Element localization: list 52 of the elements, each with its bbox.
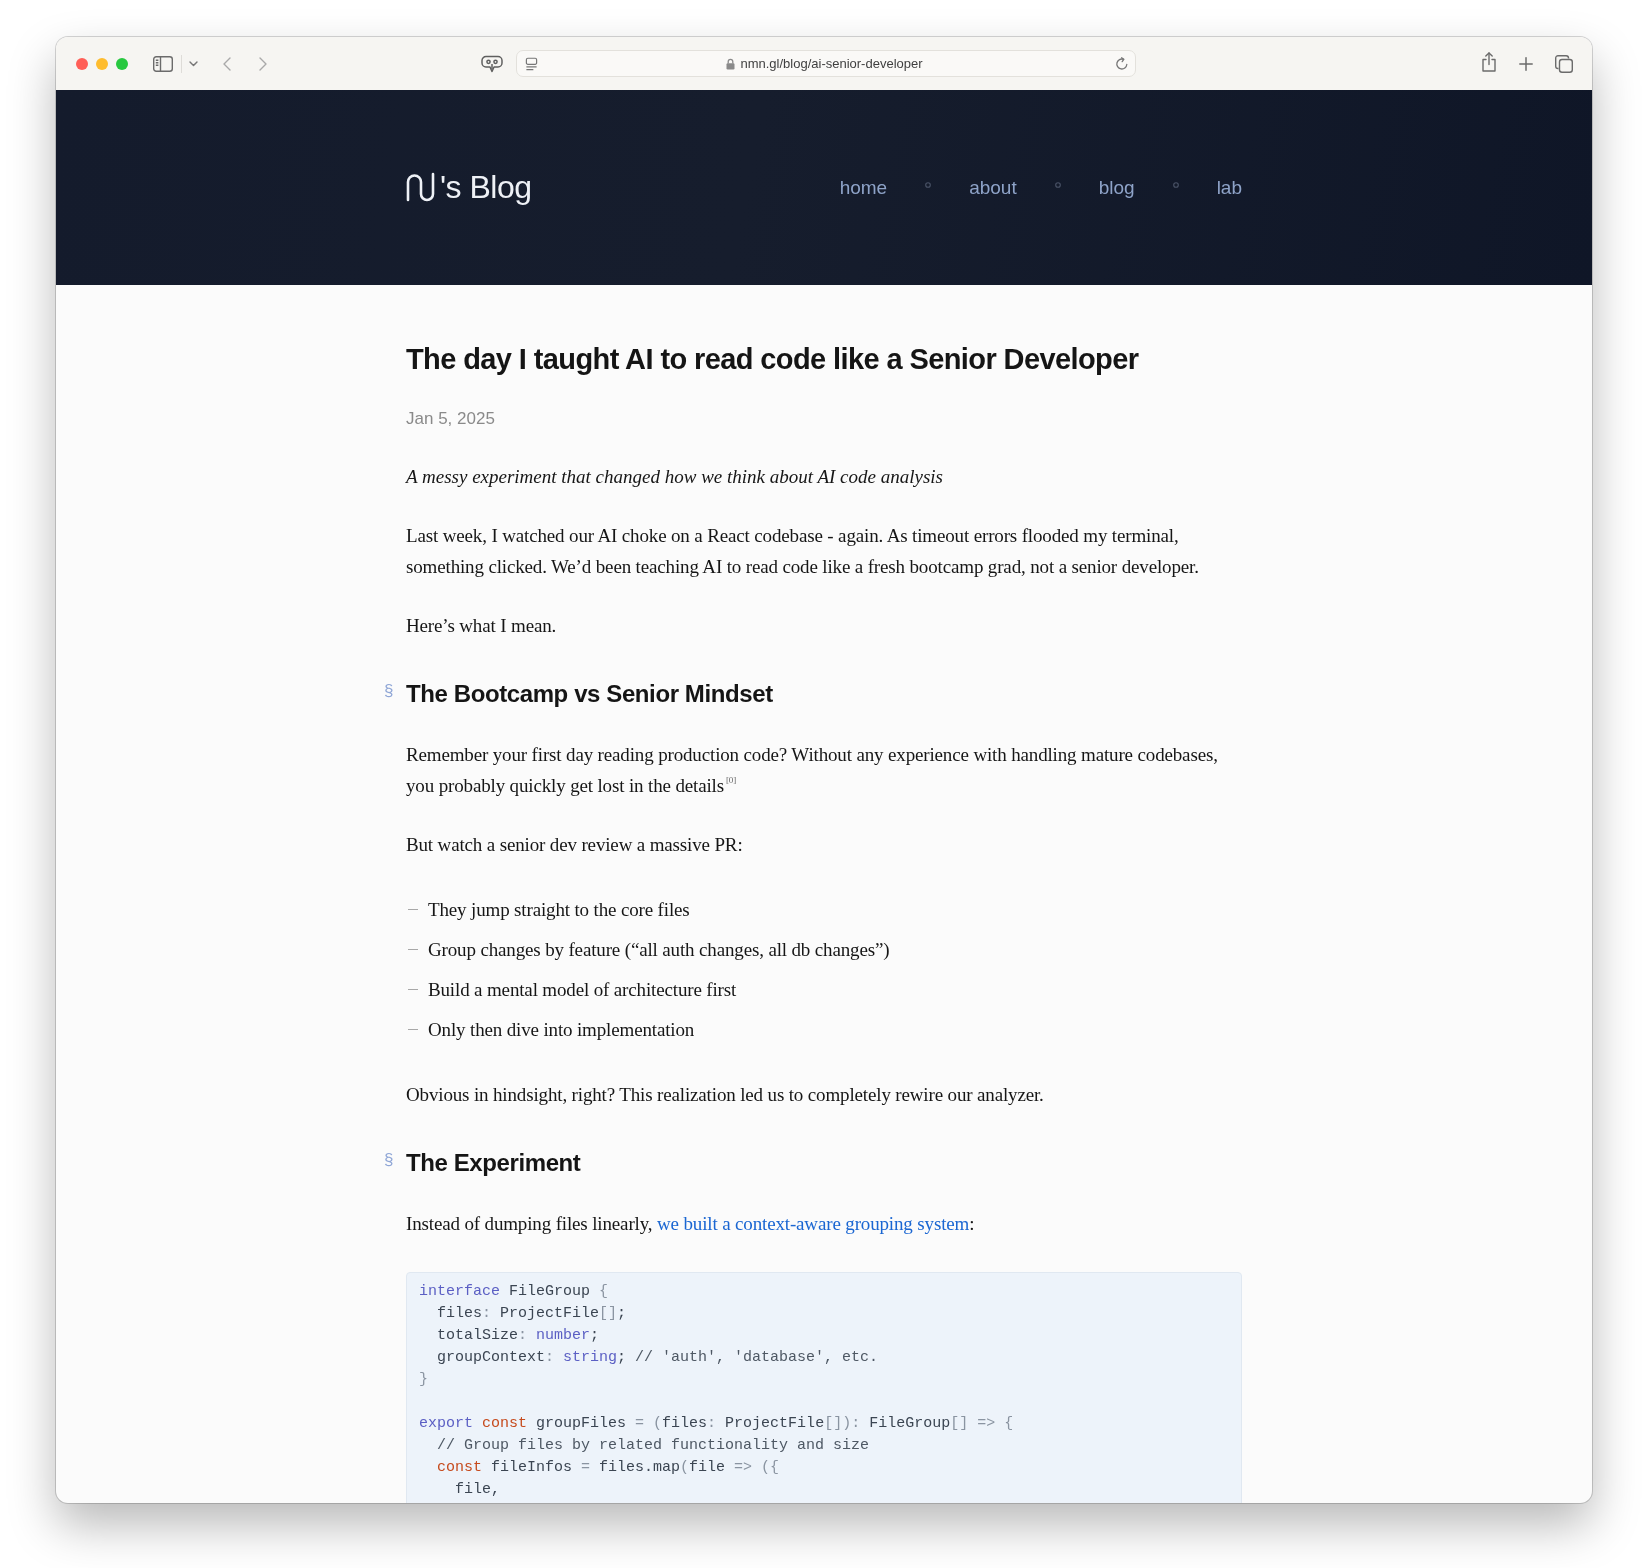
paragraph: Remember your first day reading production code? Without any experience with handling mature codebases, you probably quickly get lost in the details$^{[0]}$ (406, 743, 1219, 798)
reload-icon[interactable] (1115, 56, 1129, 71)
article-date: Jan 5, 2025 (406, 408, 496, 430)
code-line: files: ProjectFile[]; (436, 1304, 628, 1324)
inline-link[interactable]: we built a context-aware grouping system (657, 1213, 970, 1234)
back-icon[interactable] (223, 56, 231, 71)
logo-icon[interactable] (406, 171, 436, 204)
code-line: const fileInfos = files.map(file => ({ (436, 1458, 781, 1478)
article-title: The day I taught AI to read code like a Senior Developer (406, 342, 1140, 377)
url-text: nmn.gl/blog/ai-senior-developer (740, 56, 923, 71)
code-line: } (419, 1370, 429, 1390)
dash-icon (408, 909, 418, 910)
code-line: file, (454, 1480, 501, 1500)
nav-link[interactable]: blog (1098, 176, 1135, 199)
list-item: Group changes by feature (“all auth changes, all db changes”) (428, 938, 890, 962)
section-heading: The Bootcamp vs Senior Mindset (406, 679, 773, 709)
list-item: They jump straight to the core files (428, 898, 690, 922)
dot-icon (1054, 181, 1061, 188)
tabs-overview-icon[interactable] (1555, 54, 1573, 73)
list-item: Only then dive into implementation (428, 1018, 695, 1042)
nav-link[interactable]: about (969, 176, 1017, 199)
page-menu-icon[interactable] (525, 56, 538, 71)
paragraph: Here’s what I mean. (406, 614, 558, 638)
lock-icon (726, 57, 736, 70)
speech-bubble-icon[interactable] (481, 54, 503, 73)
dot-icon (925, 181, 932, 188)
logo-text[interactable]: 's Blog (440, 169, 532, 206)
paragraph: But watch a senior dev review a massive PR: (406, 833, 744, 857)
code-line: export const groupFiles = (files: ProjectFile[]): FileGroup[] => { (419, 1414, 1015, 1434)
dash-icon (408, 949, 418, 950)
lead-paragraph: A messy experiment that changed how we think about AI code analysis (406, 465, 944, 489)
code-line: interface FileGroup { (419, 1282, 610, 1302)
code-line: // Group files by related functionality and size (436, 1436, 871, 1456)
paragraph: Obvious in hindsight, right? This realization led us to completely rewire our analyzer. (406, 1083, 1045, 1107)
share-icon[interactable] (1481, 52, 1497, 72)
list-item: Build a mental model of architecture first (428, 978, 737, 1002)
code-line: totalSize: number; (436, 1326, 601, 1346)
nav-link[interactable]: home (839, 176, 888, 199)
dash-icon (408, 1029, 418, 1030)
dot-icon (1172, 181, 1179, 188)
paragraph: Instead of dumping files linearly, we built a context-aware grouping system: (406, 1212, 976, 1236)
sidebar-icon[interactable] (153, 55, 173, 72)
forward-icon[interactable] (259, 56, 267, 71)
paragraph: Last week, I watched our AI choke on a React codebase - again. As timeout errors flooded my terminal, something clicked. We’d been teaching AI to read code like a fresh bootcamp grad, not a senior developer. (406, 524, 1200, 579)
code-line: groupContext: string; // 'auth', 'database', etc. (436, 1348, 880, 1368)
dash-icon (408, 989, 418, 990)
section-heading: The Experiment (406, 1148, 581, 1178)
address-bar[interactable]: nmn.gl/blog/ai-senior-developer (516, 50, 1136, 77)
plus-icon[interactable] (1519, 56, 1533, 71)
window-close-icon[interactable] (76, 57, 88, 70)
nav-link[interactable]: lab (1216, 176, 1242, 199)
chevron-down-icon[interactable] (189, 60, 198, 67)
